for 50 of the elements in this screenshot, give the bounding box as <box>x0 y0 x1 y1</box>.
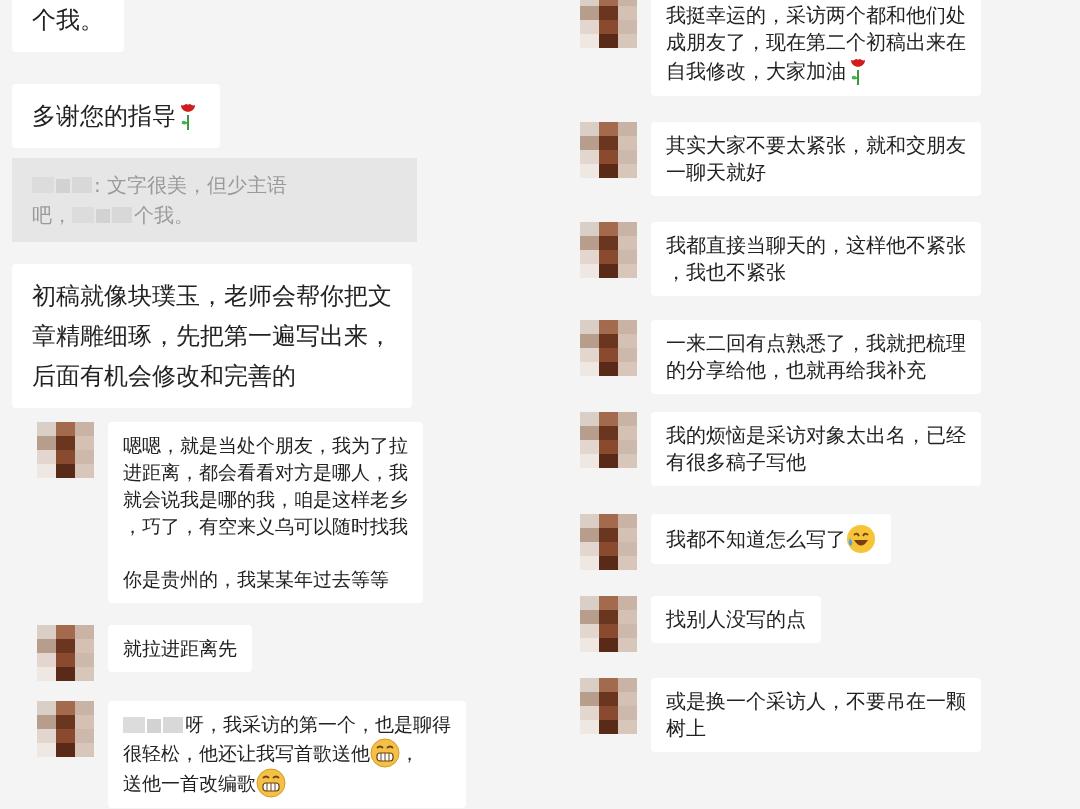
message-text: 我的烦恼是采访对象太出名，已经 <box>666 422 966 449</box>
avatar <box>580 678 637 734</box>
avatar <box>37 422 94 478</box>
rose-icon <box>178 101 198 131</box>
message-text: 其实大家不要太紧张，就和交朋友 <box>666 132 966 159</box>
avatar <box>580 514 637 570</box>
message-text: 树上 <box>666 715 706 742</box>
message-text: 我挺幸运的，采访两个都和他们处 <box>666 2 966 29</box>
message-text: : 文字很美，但少主语 <box>94 172 288 199</box>
message-text: 个我。 <box>32 5 104 36</box>
grinning-face-icon <box>370 738 400 768</box>
avatar <box>580 122 637 178</box>
message-text: 后面有机会修改和完善的 <box>32 361 296 392</box>
message-text: 进距离，都会看看对方是哪人，我 <box>123 460 408 485</box>
message-text: 吧， <box>32 202 72 229</box>
message-text: 章精雕细琢，先把第一遍写出来， <box>32 321 392 352</box>
message-text: 初稿就像块璞玉，老师会帮你把文 <box>32 281 392 312</box>
grinning-face-icon <box>256 768 286 798</box>
avatar <box>580 222 637 278</box>
message-text: 成朋友了，现在第二个初稿出来在 <box>666 29 966 56</box>
message-text: 自我修改，大家加油 <box>666 57 846 85</box>
message-text: 一来二回有点熟悉了，我就把梳理 <box>666 330 966 357</box>
message-text: ，我也不紧张 <box>666 259 786 286</box>
message-text: 嗯嗯，就是当处个朋友，我为了拉 <box>123 433 408 458</box>
message-text: 一聊天就好 <box>666 159 766 186</box>
message-text: 呀，我采访的第一个，也是聊得 <box>185 712 451 737</box>
rose-icon <box>848 56 868 86</box>
avatar <box>37 701 94 757</box>
message-text: ，巧了，有空来义乌可以随时找我 <box>123 514 408 539</box>
message-text: 个我。 <box>134 202 194 229</box>
avatar <box>580 412 637 468</box>
avatar <box>580 0 637 48</box>
message-text: ， <box>400 740 419 766</box>
message-text: 就拉进距离先 <box>123 636 237 661</box>
message-text: 多谢您的指导 <box>32 101 176 132</box>
avatar <box>580 596 637 652</box>
blurred-name-drawing <box>123 714 183 735</box>
message-text: 找别人没写的点 <box>666 606 806 633</box>
avatar <box>37 625 94 681</box>
message-text: 送他一首改编歌 <box>123 770 256 796</box>
message-text: 的分享给他，也就再给我补充 <box>666 357 926 384</box>
avatar <box>580 320 637 376</box>
laughing-face-icon <box>846 524 876 554</box>
message-text: 有很多稿子写他 <box>666 449 806 476</box>
message-text: 就会说我是哪的我，咱是这样老乡 <box>123 487 408 512</box>
message-text: 你是贵州的，我某某年过去等等 <box>123 567 389 592</box>
message-text: 很轻松，他还让我写首歌送他 <box>123 740 370 766</box>
message-text: 我都不知道怎么写了 <box>666 525 846 553</box>
message-text: 我都直接当聊天的，这样他不紧张 <box>666 232 966 259</box>
message-text: 或是换一个采访人，不要吊在一颗 <box>666 688 966 715</box>
